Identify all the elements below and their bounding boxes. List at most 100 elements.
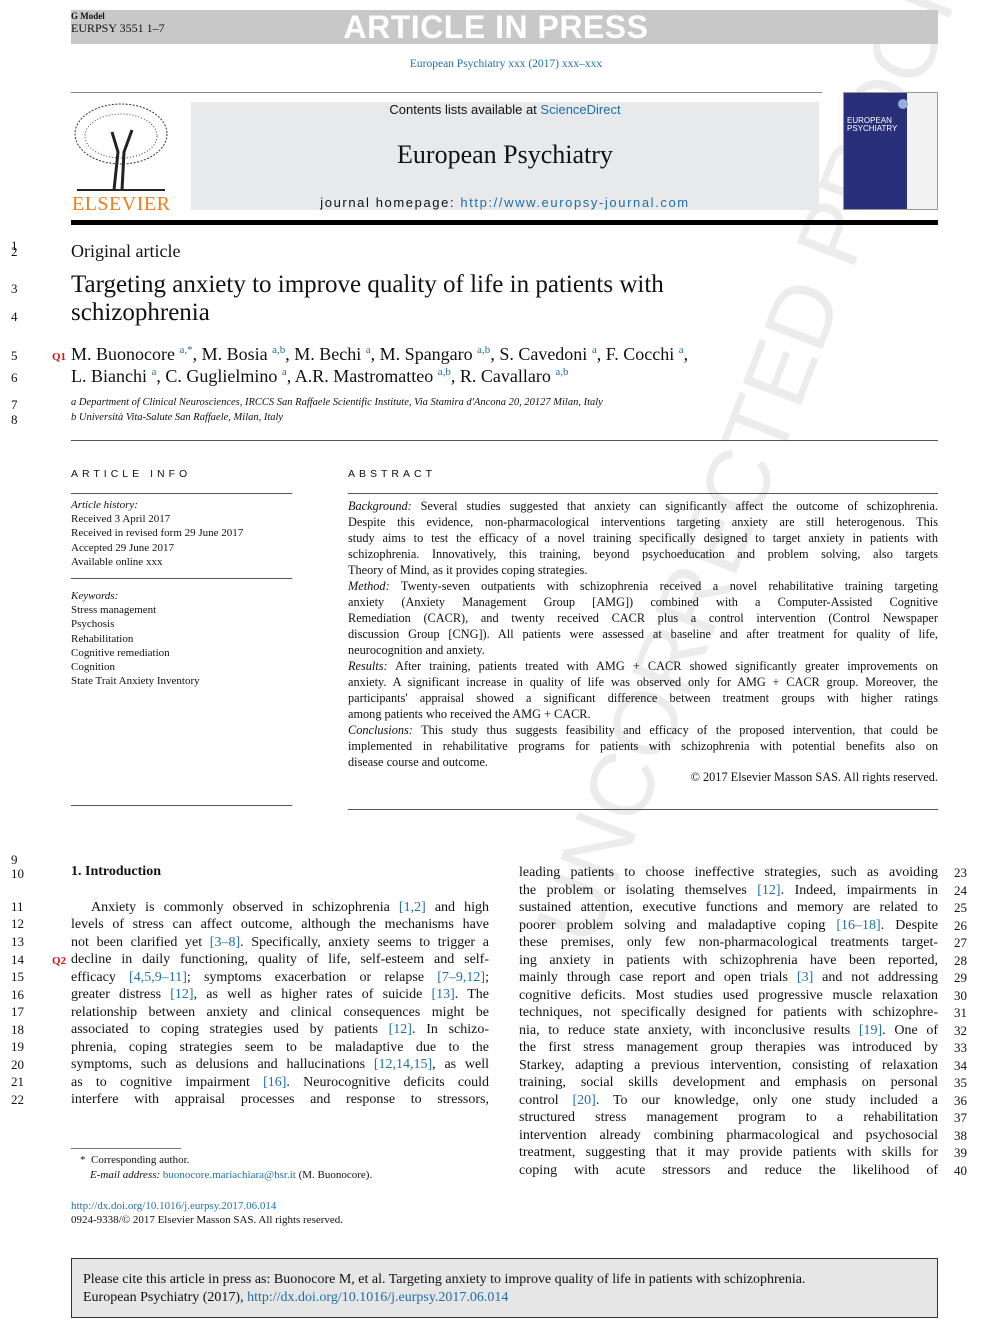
article-history: Article history: Received 3 April 2017 Re… — [71, 498, 243, 569]
elsevier-tree-logo — [74, 103, 168, 191]
body-line: the first stress management group therap… — [519, 1040, 938, 1055]
author-affiliation-marker[interactable]: a,b — [555, 366, 568, 378]
article-title: Targeting anxiety to improve quality of … — [71, 271, 664, 327]
title-line: schizophrenia — [71, 299, 210, 326]
line-number: 39 — [954, 1145, 967, 1160]
query-marker-q2[interactable]: Q2 — [52, 955, 66, 967]
abstract-line: discussion Group [CNG]). All patients we… — [348, 626, 938, 642]
citation-link[interactable]: [1,2] — [399, 900, 426, 915]
citation-doi-link[interactable]: http://dx.doi.org/10.1016/j.eurpsy.2017.… — [247, 1290, 508, 1305]
author-name[interactable]: M. Buonocore — [71, 344, 175, 364]
body-line: control [20]. To our knowledge, only one… — [519, 1092, 938, 1108]
history-label: Article history: — [71, 499, 138, 511]
citation-link[interactable]: [12] — [170, 987, 193, 1002]
author-name[interactable]: M. Bechi — [294, 344, 361, 364]
authors-line: L. Bianchi a, C. Guglielmino a, A.R. Mas… — [71, 366, 569, 386]
divider — [71, 805, 292, 806]
citation-link[interactable]: [20] — [573, 1093, 596, 1108]
footnote-divider — [71, 1148, 181, 1149]
body-line: treatment, suggesting that it may provid… — [519, 1145, 938, 1160]
abstract-line: Method: Twenty-seven outpatients with sc… — [348, 578, 938, 594]
author-name[interactable]: M. Bosia — [202, 344, 268, 364]
footnote-email: E-mail address: buonocore.mariachiara@hs… — [90, 1169, 372, 1181]
citation-link[interactable]: [19] — [859, 1023, 882, 1038]
contents-line: Contents lists available at ScienceDirec… — [191, 102, 819, 117]
citation-link[interactable]: [7–9,12] — [437, 970, 485, 985]
author-affiliation-marker[interactable]: a,* — [179, 344, 192, 356]
citation-link[interactable]: [16–18] — [836, 918, 880, 933]
body-line: as to cognitive impairment [16]. Neuroco… — [71, 1074, 489, 1090]
sciencedirect-link[interactable]: ScienceDirect — [540, 102, 620, 117]
body-line: efficacy [4,5,9–11]; symptoms exacerbati… — [71, 969, 489, 985]
affiliation-b: b Università Vita-Salute San Raffaele, M… — [71, 412, 284, 423]
line-number: 38 — [954, 1127, 967, 1143]
author-affiliation-marker[interactable]: a — [592, 344, 597, 356]
keyword-item: Stress management — [71, 604, 157, 617]
author-affiliation-marker[interactable]: a — [366, 344, 371, 356]
abstract-line: Theory of Mind, as it provides coping st… — [348, 562, 938, 578]
body-line: symptoms, such as delusions and hallucin… — [71, 1057, 489, 1073]
article-info-heading: ARTICLE INFO — [71, 468, 192, 480]
history-item: Available online xxx — [71, 555, 163, 568]
body-line: levels of stress can affect outcome, alt… — [71, 917, 489, 933]
citation-link[interactable]: [12,14,15] — [374, 1057, 432, 1072]
author-affiliation-marker[interactable]: a,b — [477, 344, 490, 356]
author-affiliation-marker[interactable]: a,b — [272, 344, 285, 356]
line-number: 17 — [11, 1004, 24, 1019]
abstract-line: study aims to test the efficacy of a nov… — [348, 530, 938, 546]
abstract-text: participants' appraisal showed a signifi… — [348, 691, 938, 705]
citation-link[interactable]: [4,5,9–11] — [129, 970, 187, 985]
abstract-line: disease course and outcome. — [348, 754, 938, 770]
journal-reference-link[interactable]: European Psychiatry xxx (2017) xxx–xxx — [0, 58, 992, 70]
line-number: 7 — [11, 397, 18, 412]
query-marker-q1[interactable]: Q1 — [52, 351, 66, 363]
author-name[interactable]: R. Cavallaro — [460, 366, 551, 386]
line-number: 29 — [954, 970, 967, 985]
title-line: Targeting anxiety to improve quality of … — [71, 271, 664, 298]
author-name[interactable]: S. Cavedoni — [499, 344, 587, 364]
body-line: leading patients to choose ineffective s… — [519, 865, 938, 880]
abstract-line: Remediation (CACR), and twenty received … — [348, 610, 938, 626]
line-number: 14 — [11, 952, 24, 967]
divider — [71, 578, 292, 579]
citation-link[interactable]: [12] — [389, 1022, 412, 1037]
abstract-line: Despite this evidence, non-pharmacologic… — [348, 514, 938, 530]
citation-link[interactable]: [3] — [797, 970, 813, 985]
author-affiliation-marker[interactable]: a — [282, 366, 287, 378]
line-number: 15 — [11, 969, 24, 984]
citation-link[interactable]: [3–8] — [210, 935, 240, 950]
abstract-text: Several studies suggested that anxiety c… — [420, 499, 938, 513]
line-number: 36 — [954, 1092, 967, 1108]
author-affiliation-marker[interactable]: a,b — [438, 366, 451, 378]
email-link[interactable]: buonocore.mariachiara@hsr.it — [163, 1169, 296, 1181]
author-name[interactable]: L. Bianchi — [71, 366, 147, 386]
line-number: 30 — [954, 987, 967, 1003]
line-number: 31 — [954, 1005, 967, 1020]
affiliation-a: a Department of Clinical Neurosciences, … — [71, 397, 603, 408]
citation-link[interactable]: [12] — [757, 883, 780, 898]
author-name[interactable]: A.R. Mastromatteo — [295, 366, 433, 386]
elsevier-logo-text: ELSEVIER — [72, 193, 171, 215]
author-name[interactable]: F. Cocchi — [606, 344, 675, 364]
body-line: ing anxiety in patients with schizophren… — [519, 952, 938, 968]
body-line: associated to coping strategies used by … — [71, 1022, 489, 1038]
author-affiliation-marker[interactable]: a — [151, 366, 156, 378]
line-number: 3 — [11, 281, 18, 296]
body-line: phrenia, coping strategies seem to be ma… — [71, 1039, 489, 1055]
author-name[interactable]: M. Spangaro — [380, 344, 473, 364]
author-affiliation-marker[interactable]: a — [679, 344, 684, 356]
divider — [71, 92, 822, 93]
citation-link[interactable]: [13] — [431, 987, 454, 1002]
body-line: techniques, not specifically designed fo… — [519, 1005, 938, 1020]
author-name[interactable]: C. Guglielmino — [165, 366, 277, 386]
homepage-link[interactable]: http://www.europsy-journal.com — [460, 195, 689, 210]
doi-link[interactable]: http://dx.doi.org/10.1016/j.eurpsy.2017.… — [71, 1200, 276, 1212]
header-thick-rule — [71, 220, 938, 225]
contents-prefix: Contents lists available at — [389, 102, 541, 117]
line-number: 40 — [954, 1162, 967, 1178]
citation-link[interactable]: [16] — [263, 1075, 286, 1090]
article-in-press-banner: ARTICLE IN PRESS — [343, 9, 649, 45]
keyword-item: Cognitive remediation — [71, 646, 170, 659]
keywords: Keywords: Stress management Psychosis Reha… — [71, 589, 200, 688]
citation-text: European Psychiatry (2017), — [83, 1290, 248, 1305]
